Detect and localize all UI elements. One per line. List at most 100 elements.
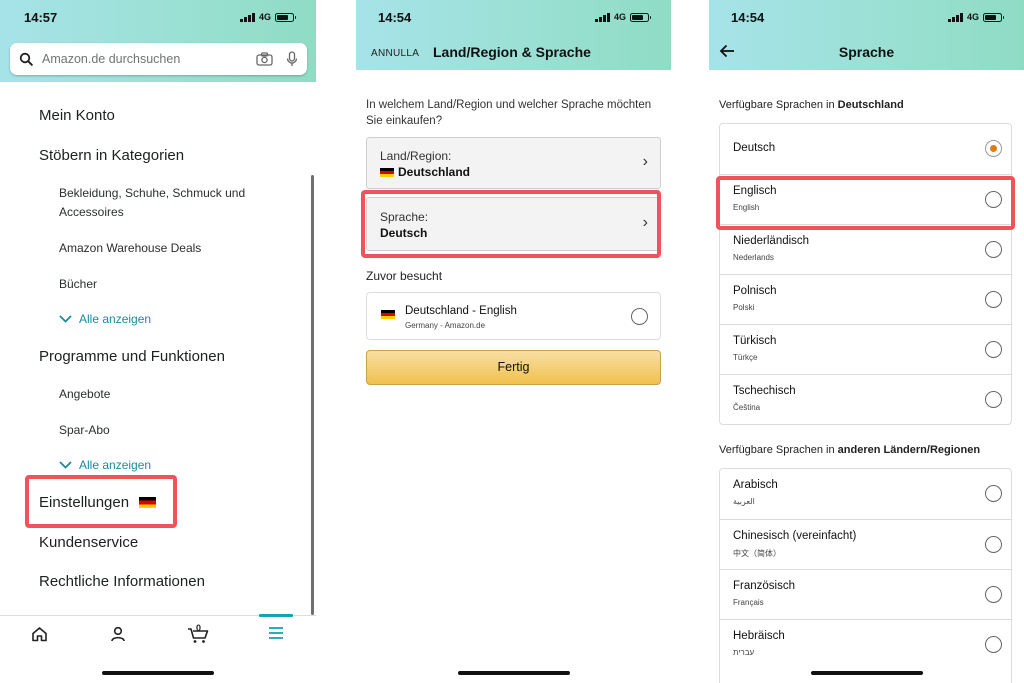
- signal-icon: [948, 12, 963, 22]
- language-option[interactable]: Deutsch: [720, 124, 1011, 174]
- section-prefix: Verfügbare Sprachen in: [719, 99, 835, 111]
- radio-unselected[interactable]: [985, 636, 1002, 653]
- microphone-icon[interactable]: [277, 51, 307, 67]
- radio-unselected[interactable]: [985, 341, 1002, 358]
- menu-item-kundenservice[interactable]: Kundenservice: [39, 534, 138, 551]
- radio-unselected[interactable]: [985, 485, 1002, 502]
- radio-selected[interactable]: [985, 140, 1002, 157]
- tab-account[interactable]: [106, 626, 130, 648]
- menu-item-spar-abo[interactable]: Spar-Abo: [59, 421, 274, 440]
- visited-title: Deutschland - English: [405, 305, 517, 317]
- language-native-name: Türkçe: [733, 353, 758, 362]
- language-native-name: עברית: [733, 648, 755, 657]
- language-header: 14:54 4G Sprache: [709, 0, 1024, 70]
- language-name: Hebräisch: [733, 630, 785, 642]
- language-native-name: Čeština: [733, 403, 761, 412]
- chevron-down-icon: [59, 315, 72, 323]
- section-germany-heading: Verfügbare Sprachen in Deutschland: [719, 99, 904, 111]
- language-name: Französisch: [733, 580, 795, 592]
- language-native-name: Français: [733, 598, 764, 607]
- chevron-down-icon: [59, 461, 72, 469]
- menu-item-bekleidung[interactable]: Bekleidung, Schuhe, Schmuck und Accessoi…: [59, 184, 274, 222]
- tab-menu[interactable]: [264, 626, 288, 648]
- menu-item-programme[interactable]: Programme und Funktionen: [39, 348, 225, 365]
- search-input[interactable]: Amazon.de durchsuchen: [42, 52, 251, 66]
- menu-item-buecher[interactable]: Bücher: [59, 275, 274, 294]
- home-icon: [31, 627, 47, 642]
- language-native-name: العربية: [733, 497, 755, 506]
- menu-item-rechtliche-informationen[interactable]: Rechtliche Informationen: [39, 573, 205, 590]
- region-header: 14:54 4G ANNULLA Land/Region & Sprache: [356, 0, 671, 70]
- language-option[interactable]: Tschechisch Čeština: [720, 374, 1011, 424]
- home-indicator: [457, 671, 570, 675]
- show-all-categories-link[interactable]: Alle anzeigen: [59, 312, 151, 326]
- show-all-programs-link[interactable]: Alle anzeigen: [59, 458, 151, 472]
- signal-icon: [595, 12, 610, 22]
- section-suffix: anderen Ländern/Regionen: [837, 444, 981, 456]
- tab-cart[interactable]: 0: [185, 623, 213, 648]
- cart-count-badge: 0: [196, 623, 202, 633]
- visited-option[interactable]: Deutschland - English Germany - Amazon.d…: [366, 292, 661, 340]
- language-name: Deutsch: [733, 142, 776, 154]
- language-list-other: Arabisch العربية Chinesisch (vereinfacht) 中…: [719, 468, 1012, 683]
- menu-header: 14:57 4G Amazon.de durchsuchen: [0, 0, 316, 82]
- done-button[interactable]: Fertig: [366, 350, 661, 385]
- battery-icon: [630, 12, 651, 22]
- home-indicator: [810, 671, 923, 675]
- signal-icon: [240, 12, 255, 22]
- language-option[interactable]: Chinesisch (vereinfacht) 中文（简体）: [720, 519, 1011, 569]
- visited-radio[interactable]: [631, 308, 648, 325]
- language-option[interactable]: Türkisch Türkçe: [720, 324, 1011, 374]
- network-label: 4G: [258, 12, 271, 22]
- region-language-screen: 14:54 4G ANNULLA Land/Region & Sprache I…: [356, 0, 671, 683]
- show-all-label: Alle anzeigen: [79, 312, 152, 326]
- highlight-englisch: [716, 176, 1015, 230]
- germany-flag-icon: [380, 167, 394, 177]
- language-native-name: Polski: [733, 303, 755, 312]
- language-option[interactable]: Französisch Français: [720, 569, 1011, 619]
- status-bar: 14:54 4G: [356, 0, 671, 34]
- page-title: Sprache: [838, 44, 895, 60]
- visited-heading: Zuvor besucht: [366, 269, 443, 283]
- language-name: Chinesisch (vereinfacht): [733, 530, 857, 542]
- language-name: Tschechisch: [733, 385, 796, 397]
- menu-item-stoebern[interactable]: Stöbern in Kategorien: [39, 147, 184, 164]
- page-title: Land/Region & Sprache: [433, 44, 591, 60]
- radio-unselected[interactable]: [985, 586, 1002, 603]
- status-time: 14:57: [24, 10, 58, 25]
- cancel-button[interactable]: ANNULLA: [371, 48, 419, 59]
- status-bar: 14:57 4G: [0, 0, 316, 34]
- language-option[interactable]: Arabisch العربية: [720, 469, 1011, 519]
- active-tab-indicator: [259, 614, 293, 617]
- search-icon: [10, 52, 42, 66]
- tab-home[interactable]: [27, 626, 51, 648]
- language-option[interactable]: Polnisch Polski: [720, 274, 1011, 324]
- person-icon: [111, 626, 125, 642]
- language-native-name: Nederlands: [733, 253, 774, 262]
- language-option[interactable]: Niederländisch Nederlands: [720, 224, 1011, 274]
- radio-unselected[interactable]: [985, 241, 1002, 258]
- radio-unselected[interactable]: [985, 391, 1002, 408]
- chevron-right-icon: ›: [642, 153, 648, 170]
- menu-screen: 14:57 4G Amazon.de durchsuchen Mein Kont…: [0, 0, 316, 683]
- language-name: Polnisch: [733, 285, 777, 297]
- language-name: Türkisch: [733, 335, 777, 347]
- scrollbar[interactable]: [311, 175, 314, 615]
- status-time: 14:54: [378, 10, 412, 25]
- battery-icon: [275, 12, 296, 22]
- menu-item-mein-konto[interactable]: Mein Konto: [39, 107, 115, 124]
- search-bar[interactable]: Amazon.de durchsuchen: [10, 43, 307, 75]
- radio-unselected[interactable]: [985, 536, 1002, 553]
- radio-unselected[interactable]: [985, 291, 1002, 308]
- language-native-name: 中文（简体）: [733, 549, 781, 558]
- language-list-germany: Deutsch Englisch English Niederländisch Nede…: [719, 123, 1012, 425]
- visited-subtitle: Germany - Amazon.de: [405, 321, 486, 330]
- language-option[interactable]: Hebräisch עברית: [720, 619, 1011, 669]
- highlight-language-selector: [361, 190, 661, 258]
- camera-icon[interactable]: [251, 52, 277, 66]
- region-selector[interactable]: Land/Region: Deutschland ›: [366, 137, 661, 189]
- menu-item-angebote[interactable]: Angebote: [59, 385, 274, 404]
- status-time: 14:54: [731, 10, 765, 25]
- menu-item-warehouse-deals[interactable]: Amazon Warehouse Deals: [59, 239, 274, 258]
- section-prefix: Verfügbare Sprachen in: [719, 444, 835, 456]
